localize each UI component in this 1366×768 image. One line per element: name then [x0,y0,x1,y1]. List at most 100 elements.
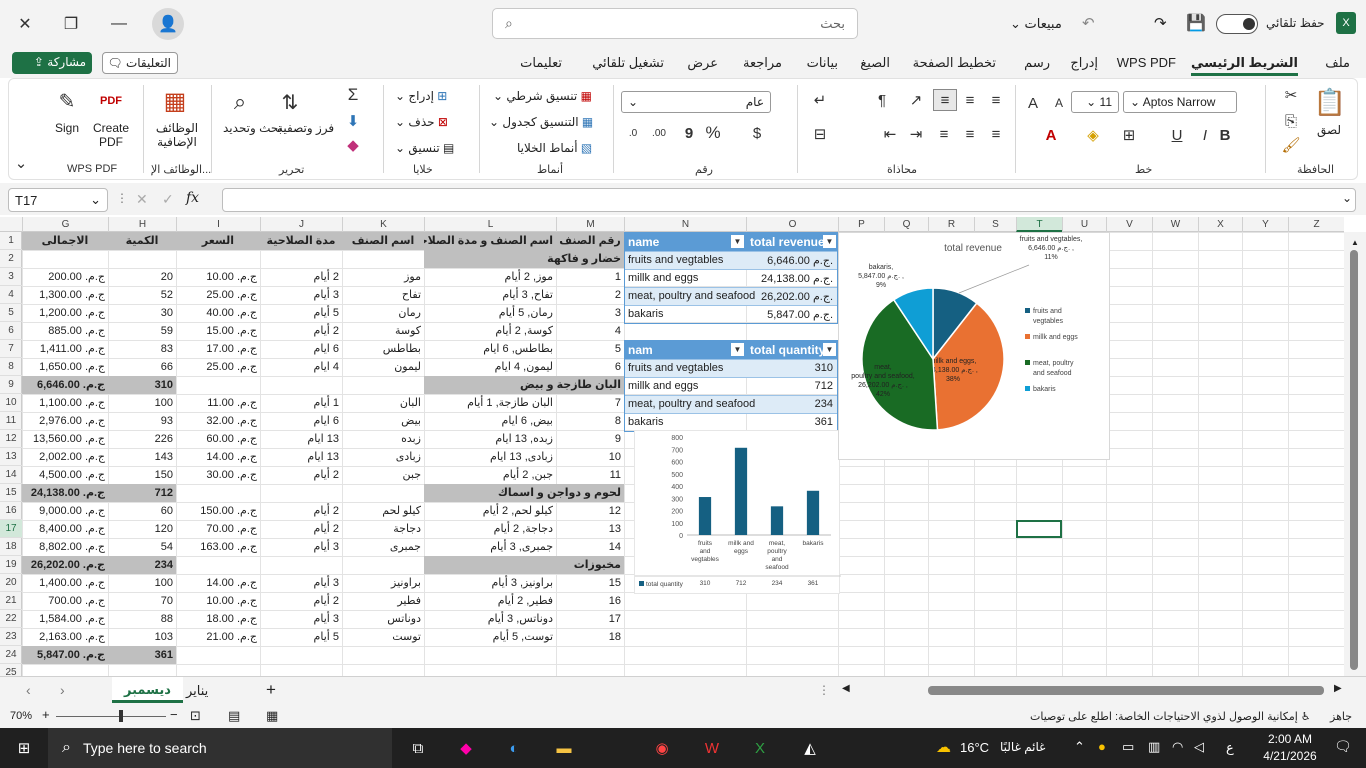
pivot-row[interactable]: meat, poultry and seafood 234 [625,395,837,413]
expiry-cell[interactable]: 13 ايام [260,430,342,448]
format-table-button[interactable]: ▦ التنسيق كجدول ⌄ [489,115,593,129]
total-cell[interactable]: ج.م. 1,100.00 [22,394,108,412]
menu-formulas[interactable]: الصيغ [860,55,890,71]
combined-cell[interactable]: زبده, 13 ايام [424,430,556,448]
quantity-cell[interactable]: 93 [108,412,176,430]
combined-cell[interactable]: كوسة, 2 أيام [424,322,556,340]
subtotal-cell[interactable]: 310 [108,376,176,394]
item-number-cell[interactable]: 8 [556,412,624,430]
undo-icon[interactable]: ↶ [1082,14,1095,32]
combined-cell[interactable]: زبادى, 13 ايام [424,448,556,466]
total-cell[interactable]: ج.م. 200.00 [22,268,108,286]
item-name-cell[interactable]: جبن [342,466,424,484]
column-header-r[interactable]: R [928,217,974,232]
expiry-cell[interactable]: 13 ايام [260,448,342,466]
photos-icon[interactable]: ◭ [796,736,824,760]
column-header-k[interactable]: K [342,217,424,232]
bar-0[interactable] [698,497,712,535]
column-header-s[interactable]: S [974,217,1016,232]
quantity-cell[interactable]: 20 [108,268,176,286]
item-number-cell[interactable]: 4 [556,322,624,340]
combined-cell[interactable]: كيلو لحم, 2 أيام [424,502,556,520]
align-left-icon[interactable]: ≡ [933,123,955,145]
edge-icon[interactable]: ◐ [500,736,528,760]
expiry-cell[interactable]: 6 ايام [260,340,342,358]
pivot-row[interactable]: fruits and vegtables 310 [625,359,837,377]
quantity-cell[interactable]: 59 [108,322,176,340]
italic-icon[interactable]: I [1195,125,1215,145]
task-view-icon[interactable]: ⧉ [404,736,432,760]
menu-data[interactable]: بيانات [807,55,838,71]
row-header-12[interactable]: 12 [0,430,22,448]
row-header-6[interactable]: 6 [0,322,22,340]
percent-icon[interactable]: % [703,123,723,143]
row-header-9[interactable]: 9 [0,376,22,394]
header-expiry[interactable]: مدة الصلاحية [260,232,342,250]
filter-dropdown-icon[interactable]: ▼ [823,343,836,356]
scroll-left-icon[interactable]: ◀ [842,683,850,694]
windows-start-icon[interactable]: ⊞ [10,736,38,760]
price-cell[interactable]: ج.م. 150.00 [176,502,260,520]
font-grow-icon[interactable]: A [1023,93,1043,113]
quantity-cell[interactable]: 226 [108,430,176,448]
combined-cell[interactable]: بطاطس, 6 ايام [424,340,556,358]
quantity-cell[interactable]: 52 [108,286,176,304]
normal-view-icon[interactable]: ▦ [266,708,278,724]
add-sheet-icon[interactable]: + [266,680,276,700]
restore-icon[interactable]: ❐ [56,10,86,38]
find-select-icon[interactable]: ⌕ [223,85,257,119]
quantity-cell[interactable]: 60 [108,502,176,520]
search-input[interactable]: ⌕ بحث [492,8,858,39]
subtotal-cell[interactable]: ج.م. 24,138.00 [22,484,108,502]
row-header-18[interactable]: 18 [0,538,22,556]
create-pdf-label[interactable]: Create PDF [89,121,133,149]
expiry-cell[interactable]: 3 أيام [260,574,342,592]
sheet-tab-december[interactable]: ديسمبر [112,677,183,703]
price-cell[interactable]: ج.م. 60.00 [176,430,260,448]
item-name-cell[interactable]: توست [342,628,424,646]
combined-cell[interactable]: تفاح, 3 أيام [424,286,556,304]
quantity-cell[interactable]: 54 [108,538,176,556]
category-label[interactable]: مخبوزات [424,556,624,574]
wifi-icon[interactable]: ◠ [1172,739,1183,755]
align-middle-icon[interactable]: ≡ [933,89,957,111]
price-cell[interactable]: ج.م. 18.00 [176,610,260,628]
row-header-20[interactable]: 20 [0,574,22,592]
subtotal-cell[interactable]: ج.م. 6,646.00 [22,376,108,394]
page-layout-view-icon[interactable]: ▤ [228,708,240,724]
total-cell[interactable]: ج.م. 2,002.00 [22,448,108,466]
menu-file[interactable]: ملف [1325,55,1350,71]
save-icon[interactable]: 💾 [1186,13,1206,33]
item-number-cell[interactable]: 2 [556,286,624,304]
combined-cell[interactable]: توست, 5 أيام [424,628,556,646]
item-number-cell[interactable]: 17 [556,610,624,628]
conditional-format-button[interactable]: ▦ تنسيق شرطي ⌄ [493,89,592,103]
column-header-y[interactable]: Y [1242,217,1288,232]
sheet-grid[interactable]: الاجمالى الكمية السعر مدة الصلاحية اسم الصنف… [22,232,1344,676]
expand-formula-icon[interactable]: ⌄ [1342,191,1352,205]
item-name-cell[interactable]: رمان [342,304,424,322]
row-header-22[interactable]: 22 [0,610,22,628]
notification-icon[interactable]: 🗨 [1334,738,1352,755]
row-header-15[interactable]: 15 [0,484,22,502]
file-explorer-icon[interactable]: ▬ [550,736,578,760]
column-header-i[interactable]: I [176,217,260,232]
currency-icon[interactable]: $ [747,123,767,143]
item-number-cell[interactable]: 1 [556,268,624,286]
subtotal-cell[interactable]: 234 [108,556,176,574]
avatar[interactable]: 👤 [152,8,184,40]
column-header-q[interactable]: Q [884,217,928,232]
expiry-cell[interactable]: 4 ايام [260,358,342,376]
scroll-up-icon[interactable]: ▲ [1351,238,1359,247]
item-number-cell[interactable]: 15 [556,574,624,592]
item-name-cell[interactable]: فطير [342,592,424,610]
border-icon[interactable]: ⊞ [1119,125,1139,145]
total-cell[interactable]: ج.م. 2,163.00 [22,628,108,646]
combined-cell[interactable]: دجاجة, 2 أيام [424,520,556,538]
align-right-icon[interactable]: ≡ [985,123,1007,145]
comma-icon[interactable]: 9 [679,123,699,143]
header-price[interactable]: السعر [176,232,260,250]
pivot-row[interactable]: fruits and vegtables 6,646.00 ج.م. [625,251,837,269]
language-indicator[interactable]: ع [1226,740,1234,756]
total-cell[interactable]: ج.م. 9,000.00 [22,502,108,520]
